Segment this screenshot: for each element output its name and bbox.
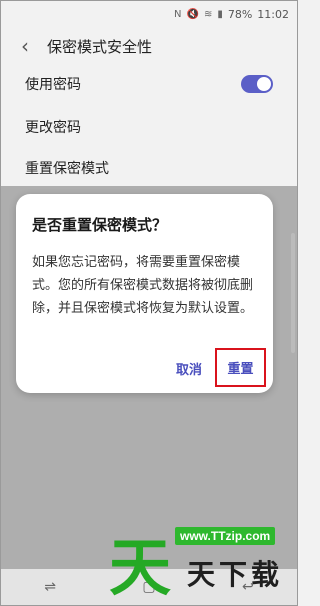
setting-label: 使用密码 xyxy=(25,77,81,93)
toggle-knob xyxy=(256,76,272,92)
nfc-icon: N xyxy=(174,8,182,20)
setting-change-password[interactable]: 更改密码 xyxy=(25,107,273,147)
battery-level: 78% xyxy=(227,7,253,21)
home-icon[interactable]: ▢ xyxy=(142,579,155,595)
dialog-message: 如果您忘记密码，将需要重置保密模式。您的所有保密模式数据将被彻底删除，并且保密模… xyxy=(32,255,254,316)
cancel-button[interactable]: 取消 xyxy=(168,354,210,382)
setting-reset-secure-mode[interactable]: 重置保密模式 xyxy=(25,148,273,188)
page-title: 保密模式安全性 xyxy=(47,37,153,56)
back-icon[interactable]: ‹ xyxy=(7,34,43,58)
scrollbar[interactable] xyxy=(291,233,295,353)
navigation-bar: ⇌ ▢ ↩ xyxy=(1,569,297,605)
recent-apps-icon[interactable]: ⇌ xyxy=(44,579,56,595)
clock: 11:02 xyxy=(257,7,289,21)
use-password-toggle[interactable] xyxy=(241,75,273,93)
setting-label: 重置保密模式 xyxy=(25,161,109,177)
mute-icon: 🔇 xyxy=(186,8,199,20)
signal-icon: ▮ xyxy=(217,8,223,20)
status-bar: N 🔇 ≋ ▮ 78% 11:02 xyxy=(1,1,297,27)
wifi-icon: ≋ xyxy=(203,8,213,20)
setting-use-password[interactable]: 使用密码 xyxy=(25,64,273,104)
reset-dialog: 是否重置保密模式？ 如果您忘记密码，将需要重置保密模式。您的所有保密模式数据将被… xyxy=(16,194,273,393)
setting-label: 更改密码 xyxy=(25,120,81,136)
reset-button[interactable]: 重置 xyxy=(215,348,266,387)
app-bar: ‹ 保密模式安全性 xyxy=(1,27,297,65)
dialog-title: 是否重置保密模式？ xyxy=(32,216,168,234)
back-nav-icon[interactable]: ↩ xyxy=(242,579,254,595)
